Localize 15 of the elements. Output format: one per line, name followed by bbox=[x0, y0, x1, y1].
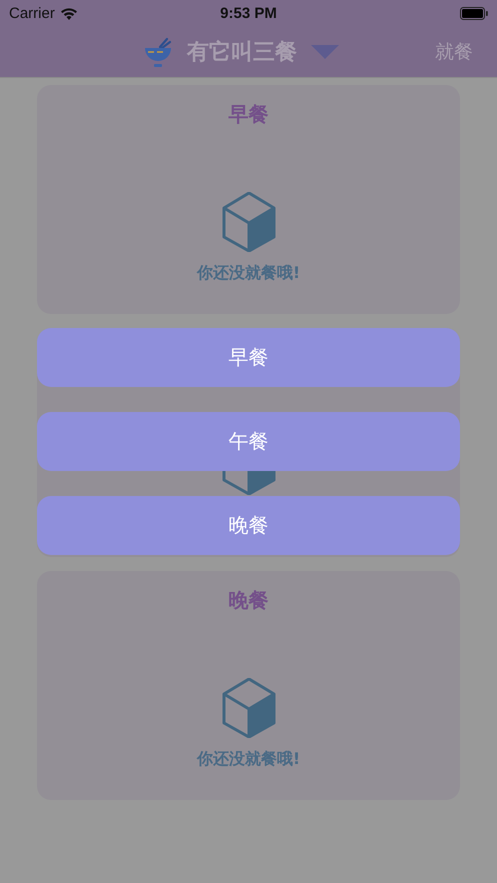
bowl-icon bbox=[143, 36, 173, 66]
meal-option[interactable]: 晚餐 bbox=[37, 496, 460, 555]
battery-icon bbox=[460, 6, 488, 20]
empty-message: 你还没就餐哦! bbox=[196, 262, 300, 284]
meal-title: 早餐 bbox=[228, 102, 268, 126]
meal-title: 晚餐 bbox=[228, 588, 268, 612]
cube-icon bbox=[222, 192, 276, 252]
dropdown-triangle-icon[interactable] bbox=[311, 44, 339, 58]
wifi-icon bbox=[60, 6, 78, 20]
cube-icon bbox=[222, 678, 276, 738]
status-time: 9:53 PM bbox=[220, 4, 277, 22]
meal-option[interactable]: 午餐 bbox=[37, 412, 460, 471]
meal-option[interactable]: 早餐 bbox=[37, 328, 460, 387]
empty-message: 你还没就餐哦! bbox=[196, 748, 300, 770]
carrier-label: Carrier bbox=[9, 4, 55, 22]
